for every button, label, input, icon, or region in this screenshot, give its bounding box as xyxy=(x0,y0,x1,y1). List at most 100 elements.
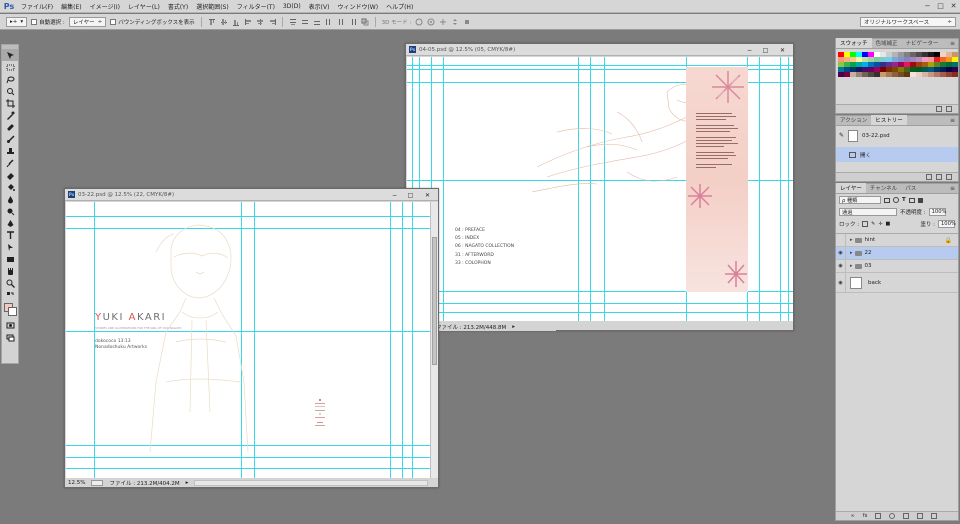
distribute-vcenter-icon[interactable] xyxy=(301,18,309,26)
eye-icon[interactable]: ◉ xyxy=(836,246,846,260)
quick-select-tool[interactable] xyxy=(2,85,18,97)
marquee-tool[interactable] xyxy=(2,61,18,73)
layer-row[interactable]: ◉ ▸ 03 xyxy=(836,259,958,273)
quick-mask-button[interactable] xyxy=(2,319,18,331)
menu-view[interactable]: 表示(V) xyxy=(305,2,334,11)
screen-mode-button[interactable] xyxy=(2,331,18,343)
trash-icon[interactable] xyxy=(931,513,938,519)
tab-history[interactable]: ヒストリー xyxy=(871,115,907,125)
trash-icon[interactable] xyxy=(946,106,952,112)
vertical-scrollbar[interactable] xyxy=(430,202,438,478)
distribute-right-icon[interactable] xyxy=(349,18,357,26)
workspace-select[interactable]: オリジナルワークスペース ÷ xyxy=(860,17,956,27)
tab-navigator[interactable]: ナビゲーター xyxy=(902,38,943,48)
type-filter-icon[interactable]: T xyxy=(902,197,906,203)
zoom-level[interactable]: 12.5% xyxy=(68,480,85,486)
distribute-top-icon[interactable] xyxy=(289,18,297,26)
swatch-chip[interactable] xyxy=(952,72,958,77)
shape-tool[interactable] xyxy=(2,253,18,265)
panel-menu-icon[interactable]: ≡ xyxy=(950,185,955,192)
close-button[interactable]: ✕ xyxy=(947,0,960,12)
history-brush-source-icon[interactable]: ✎ xyxy=(839,132,844,139)
close-button[interactable]: ✕ xyxy=(419,190,436,200)
tab-layers[interactable]: レイヤー xyxy=(836,183,866,193)
adjustment-icon[interactable] xyxy=(889,513,896,519)
lasso-tool[interactable] xyxy=(2,73,18,85)
mask-icon[interactable] xyxy=(875,513,882,519)
type-tool[interactable] xyxy=(2,229,18,241)
auto-align-icon[interactable] xyxy=(361,18,369,26)
blend-mode-select[interactable]: 通過 xyxy=(839,208,897,216)
3d-roll-icon[interactable] xyxy=(427,18,435,26)
layer-row[interactable]: ▸ hint 🔒 xyxy=(836,233,958,247)
crop-tool[interactable] xyxy=(2,97,18,109)
distribute-hcenter-icon[interactable] xyxy=(337,18,345,26)
align-left-icon[interactable] xyxy=(244,18,252,26)
tab-actions[interactable]: アクション xyxy=(836,115,871,125)
image-filter-icon[interactable] xyxy=(884,197,890,203)
panel-menu-icon[interactable]: ≡ xyxy=(950,40,955,47)
maximize-button[interactable]: □ xyxy=(934,0,947,12)
lock-all-icon[interactable]: ■ xyxy=(886,221,891,227)
layer-row[interactable]: ◉ back xyxy=(836,272,958,293)
maximize-button[interactable]: □ xyxy=(403,190,418,200)
background-color[interactable] xyxy=(8,307,17,316)
maximize-button[interactable]: □ xyxy=(758,45,773,55)
history-snapshot[interactable]: ✎ 03-22.psd xyxy=(836,128,958,143)
status-menu-arrow[interactable]: ▸ xyxy=(186,480,189,486)
status-menu-arrow[interactable]: ▸ xyxy=(512,324,515,330)
auto-select-target-select[interactable]: レイヤー ÷ xyxy=(68,16,107,27)
menu-filter[interactable]: フィルター(T) xyxy=(233,2,279,11)
3d-rotate-icon[interactable] xyxy=(415,18,423,26)
document-title-bar[interactable]: Ps 03-22.psd @ 12.5% (22, CMYK/8#) xyxy=(65,189,438,201)
expand-arrow-icon[interactable]: ▸ xyxy=(850,250,853,256)
gradient-tool[interactable] xyxy=(2,181,18,193)
eye-icon[interactable]: ◉ xyxy=(836,272,846,293)
minimize-button[interactable]: − xyxy=(921,0,934,12)
horizontal-scrollbar[interactable] xyxy=(194,479,428,486)
auto-select-checkbox[interactable]: 自動選択 : xyxy=(31,18,65,26)
3d-scale-icon[interactable] xyxy=(463,18,471,26)
layer-row[interactable]: ◉ ▸ 22 xyxy=(836,246,958,260)
tab-adjustments[interactable]: 色域補正 xyxy=(872,38,902,48)
align-top-icon[interactable] xyxy=(208,18,216,26)
expand-arrow-icon[interactable]: ▸ xyxy=(850,237,853,243)
tool-preset-picker[interactable]: ▸+ ▾ xyxy=(6,16,28,27)
minimize-button[interactable]: − xyxy=(387,190,402,200)
dodge-tool[interactable] xyxy=(2,205,18,217)
tab-swatches[interactable]: スウォッチ xyxy=(836,38,872,48)
swap-colors-button[interactable] xyxy=(2,289,18,301)
menu-3d[interactable]: 3D(D) xyxy=(279,3,305,10)
brush-tool[interactable] xyxy=(2,133,18,145)
align-hcenter-icon[interactable] xyxy=(256,18,264,26)
scrollbar-thumb[interactable] xyxy=(432,237,437,365)
smart-object-filter-icon[interactable] xyxy=(917,197,923,203)
menu-file[interactable]: ファイル(F) xyxy=(17,2,57,11)
adjustment-filter-icon[interactable] xyxy=(893,197,899,203)
3d-pan-icon[interactable] xyxy=(439,18,447,26)
tab-channels[interactable]: チャンネル xyxy=(866,183,901,193)
camera-icon[interactable] xyxy=(936,174,942,180)
healing-brush-tool[interactable] xyxy=(2,121,18,133)
new-group-icon[interactable] xyxy=(903,513,910,519)
new-document-icon[interactable] xyxy=(926,174,932,180)
pen-tool[interactable] xyxy=(2,217,18,229)
menu-help[interactable]: ヘルプ(H) xyxy=(382,2,417,11)
fill-input[interactable]: 100% xyxy=(938,220,956,228)
tab-paths[interactable]: パス xyxy=(901,183,920,193)
document-canvas[interactable]: 04 : PREFACE 05 : INDEX 06 : NAGATO COLL… xyxy=(407,57,793,321)
menu-window[interactable]: ウィンドウ(W) xyxy=(333,2,382,11)
menu-edit[interactable]: 編集(E) xyxy=(57,2,85,11)
panel-menu-icon[interactable]: ≡ xyxy=(950,117,955,124)
expand-arrow-icon[interactable]: ▸ xyxy=(850,263,853,269)
3d-slide-icon[interactable] xyxy=(451,18,459,26)
minimize-button[interactable]: − xyxy=(742,45,757,55)
shape-filter-icon[interactable] xyxy=(908,197,915,203)
opacity-input[interactable]: 100% xyxy=(928,208,946,216)
align-bottom-icon[interactable] xyxy=(232,18,240,26)
bounding-box-checkbox[interactable]: バウンディングボックスを表示 xyxy=(110,18,195,26)
new-layer-icon[interactable] xyxy=(917,513,924,519)
path-select-tool[interactable] xyxy=(2,241,18,253)
close-button[interactable]: ✕ xyxy=(774,45,791,55)
history-state-open[interactable]: 開く xyxy=(836,147,958,162)
